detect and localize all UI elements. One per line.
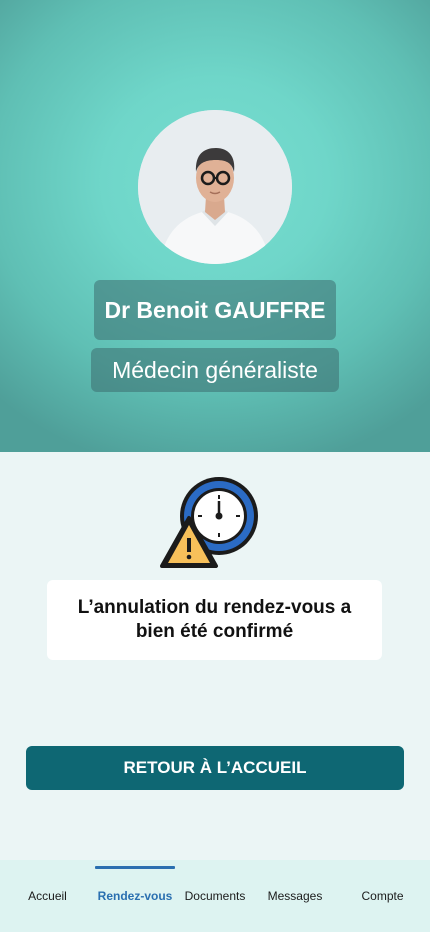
doctor-avatar [138,110,292,264]
tab-documents[interactable]: Documents [175,860,255,932]
tab-label: Compte [361,889,404,903]
doctor-specialty-badge: Médecin généraliste [91,348,339,392]
tab-messages[interactable]: Messages [255,860,335,932]
tab-label: Rendez-vous [97,889,173,903]
bottom-tab-bar: Accueil Rendez-vous Documents Messages C… [0,860,430,932]
back-to-home-button[interactable]: RETOUR À L’ACCUEIL [26,746,404,790]
tab-label: Documents [184,889,246,903]
doctor-specialty: Médecin généraliste [112,356,318,383]
doctor-name-badge: Dr Benoit GAUFFRE [94,280,336,340]
clock-warning-icon [160,474,262,570]
tab-rendez-vous[interactable]: Rendez-vous [95,860,175,932]
active-tab-indicator [95,866,175,869]
tab-label: Accueil [28,889,67,903]
tab-accueil[interactable]: Accueil [0,860,95,932]
tab-label: Messages [267,889,323,903]
doctor-photo [138,110,292,264]
confirmation-message-card: L’annulation du rendez-vous a bien été c… [47,580,382,660]
tab-compte[interactable]: Compte [335,860,430,932]
doctor-header: Dr Benoit GAUFFRE Médecin généraliste [0,0,430,452]
confirmation-message: L’annulation du rendez-vous a bien été c… [77,597,352,642]
doctor-name: Dr Benoit GAUFFRE [104,296,326,323]
